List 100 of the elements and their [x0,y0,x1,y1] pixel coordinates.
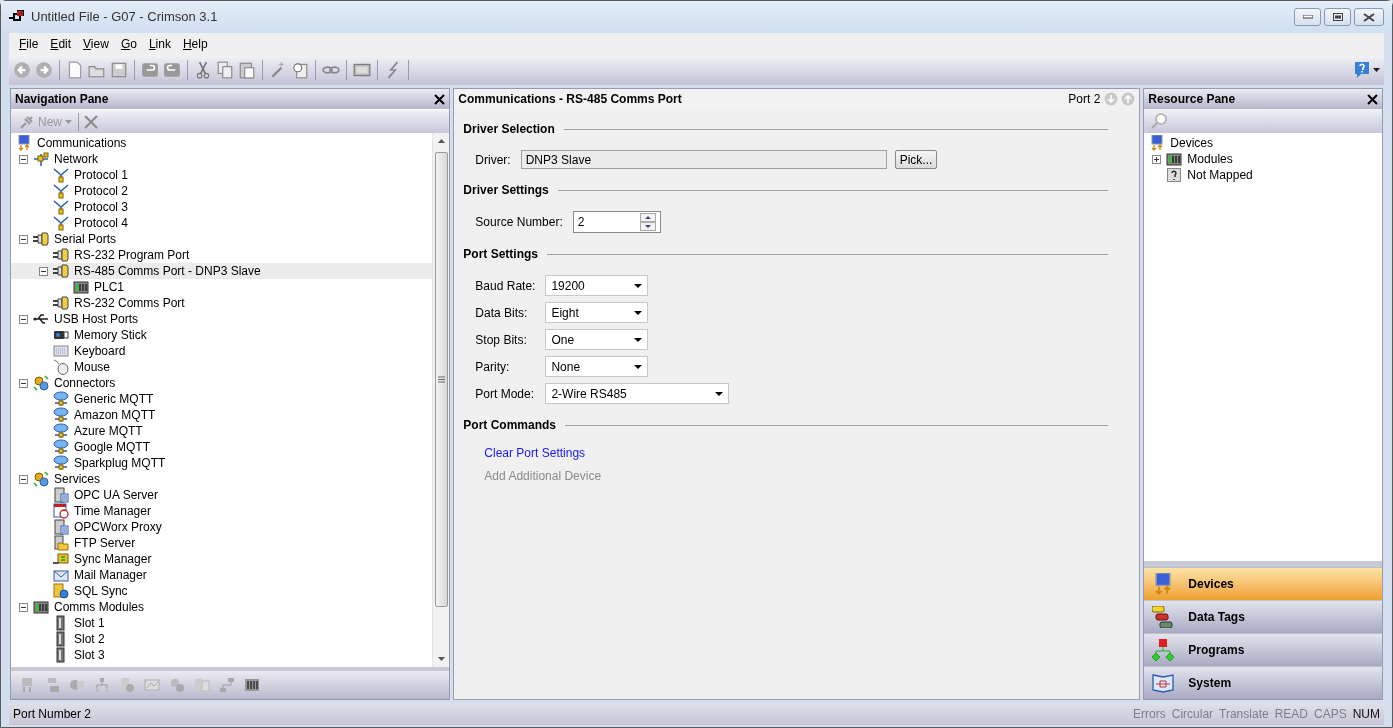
collapse-icon[interactable] [19,234,28,244]
spinner-icon[interactable] [639,213,656,231]
tree-item[interactable]: Protocol 4 [11,215,433,231]
menu-item[interactable]: Link [142,34,177,54]
collapse-icon[interactable] [19,154,28,164]
collapse-icon[interactable] [39,266,48,276]
search-icon[interactable] [1150,112,1169,130]
menu-item[interactable]: View [77,34,115,54]
scroll-down-icon[interactable] [437,657,445,661]
paste-icon[interactable] [238,61,256,79]
dropdown[interactable]: One [545,329,649,350]
tree-item[interactable]: OPCWorx Proxy [11,519,433,535]
back-icon[interactable] [13,61,31,79]
redo-icon[interactable] [163,61,181,79]
collapse-icon[interactable] [19,378,28,388]
tree-item[interactable]: Protocol 1 [11,167,433,183]
tree-item[interactable]: SQL Sync [11,583,433,599]
cut-icon[interactable] [194,61,212,79]
undo-icon[interactable] [141,61,159,79]
dropdown[interactable]: 2-Wire RS485 [545,383,730,404]
tree-item[interactable]: Connectors [11,375,433,391]
forward-icon[interactable] [35,61,53,79]
down-arrow-icon[interactable] [1104,92,1119,106]
tree-item[interactable]: Mouse [11,359,433,375]
dropdown[interactable]: None [545,356,649,377]
driver-field[interactable]: DNP3 Slave [520,150,887,169]
category-tab[interactable]: Devices [1144,567,1382,600]
spin-field[interactable]: 2 [572,211,661,233]
tree-item[interactable]: Services [11,471,433,487]
close-icon[interactable] [1367,93,1378,105]
dropdown[interactable]: Eight [545,302,649,323]
mouse-icon [53,359,69,375]
tree-item[interactable]: Protocol 2 [11,183,433,199]
up-arrow-icon[interactable] [1121,92,1136,106]
menu-item[interactable]: Help [176,34,214,54]
tree-item[interactable]: Amazon MQTT [11,407,433,423]
tree-item[interactable]: Serial Ports [11,231,433,247]
close-button[interactable] [1354,8,1384,26]
field-label: Baud Rate: [475,277,536,295]
save-icon[interactable] [110,61,128,79]
tree-item[interactable]: Slot 3 [11,647,433,663]
tree-item[interactable]: FTP Server [11,535,433,551]
plug-icon [53,263,69,279]
dropdown[interactable]: 19200 [545,275,649,296]
help-icon [1354,61,1370,79]
plug-icon [33,231,49,247]
tree-item[interactable]: Modules [1144,151,1382,167]
delete-icon[interactable] [83,113,99,130]
scrollbar-thumb[interactable] [434,152,448,607]
collapse-icon[interactable] [19,474,28,484]
tree-item[interactable]: Mail Manager [11,567,433,583]
scrollbar[interactable] [432,133,450,667]
tree-item[interactable]: Keyboard [11,343,433,359]
tree-item[interactable]: Slot 1 [11,615,433,631]
tree-item[interactable]: Protocol 3 [11,199,433,215]
close-icon[interactable] [434,93,446,105]
tree-item[interactable]: Network [11,151,433,167]
network-icon [33,151,49,167]
tree-item[interactable]: RS-232 Program Port [11,247,433,263]
tree-item[interactable]: Generic MQTT [11,391,433,407]
collapse-icon[interactable] [19,314,28,324]
expand-icon[interactable] [1152,154,1162,164]
scroll-up-icon[interactable] [437,139,445,143]
find-icon[interactable] [291,61,309,79]
tree-item[interactable]: Comms Modules [11,599,433,615]
collapse-icon[interactable] [19,602,28,612]
plug-icon [53,295,69,311]
wand-icon[interactable] [269,61,287,79]
menu-item[interactable]: Edit [44,34,78,54]
tree-item[interactable]: Sync Manager [11,551,433,567]
category-tab[interactable]: Data Tags [1144,600,1382,633]
tree-item[interactable]: Sparkplug MQTT [11,455,433,471]
tree-item[interactable]: Time Manager [11,503,433,519]
tree-item[interactable]: RS-232 Comms Port [11,295,433,311]
command-link[interactable]: Clear Port Settings [484,444,586,462]
help-button[interactable] [1354,61,1380,79]
copy-icon[interactable] [216,61,234,79]
branch-icon [53,167,69,183]
tool-icon[interactable] [244,677,260,693]
tree-item[interactable]: Slot 2 [11,631,433,647]
tree-item[interactable]: OPC UA Server [11,487,433,503]
editor-title: Communications - RS-485 Comms Port [458,91,682,108]
menu-item[interactable]: File [13,34,45,54]
tree-item[interactable]: Devices [1144,135,1382,151]
menu-item[interactable]: Go [114,34,143,54]
category-tab[interactable]: System [1144,666,1382,699]
tree-item[interactable]: Not Mapped [1144,167,1382,183]
pick-button[interactable]: Pick... [894,150,938,169]
tree-item[interactable]: Google MQTT [11,439,433,455]
tree-item[interactable]: PLC1 [11,279,433,295]
new-file-icon[interactable] [66,61,84,79]
category-tab[interactable]: Programs [1144,633,1382,666]
tree-item[interactable]: RS-485 Comms Port - DNP3 Slave [11,263,433,279]
book-drawing [1152,672,1175,694]
tree-item[interactable]: Communications [11,135,433,151]
tree-item[interactable]: USB Host Ports [11,311,433,327]
tree-item[interactable]: Memory Stick [11,327,433,343]
tree-item[interactable]: Azure MQTT [11,423,433,439]
maximize-button[interactable] [1324,8,1351,26]
monitor-icon[interactable] [353,61,371,79]
